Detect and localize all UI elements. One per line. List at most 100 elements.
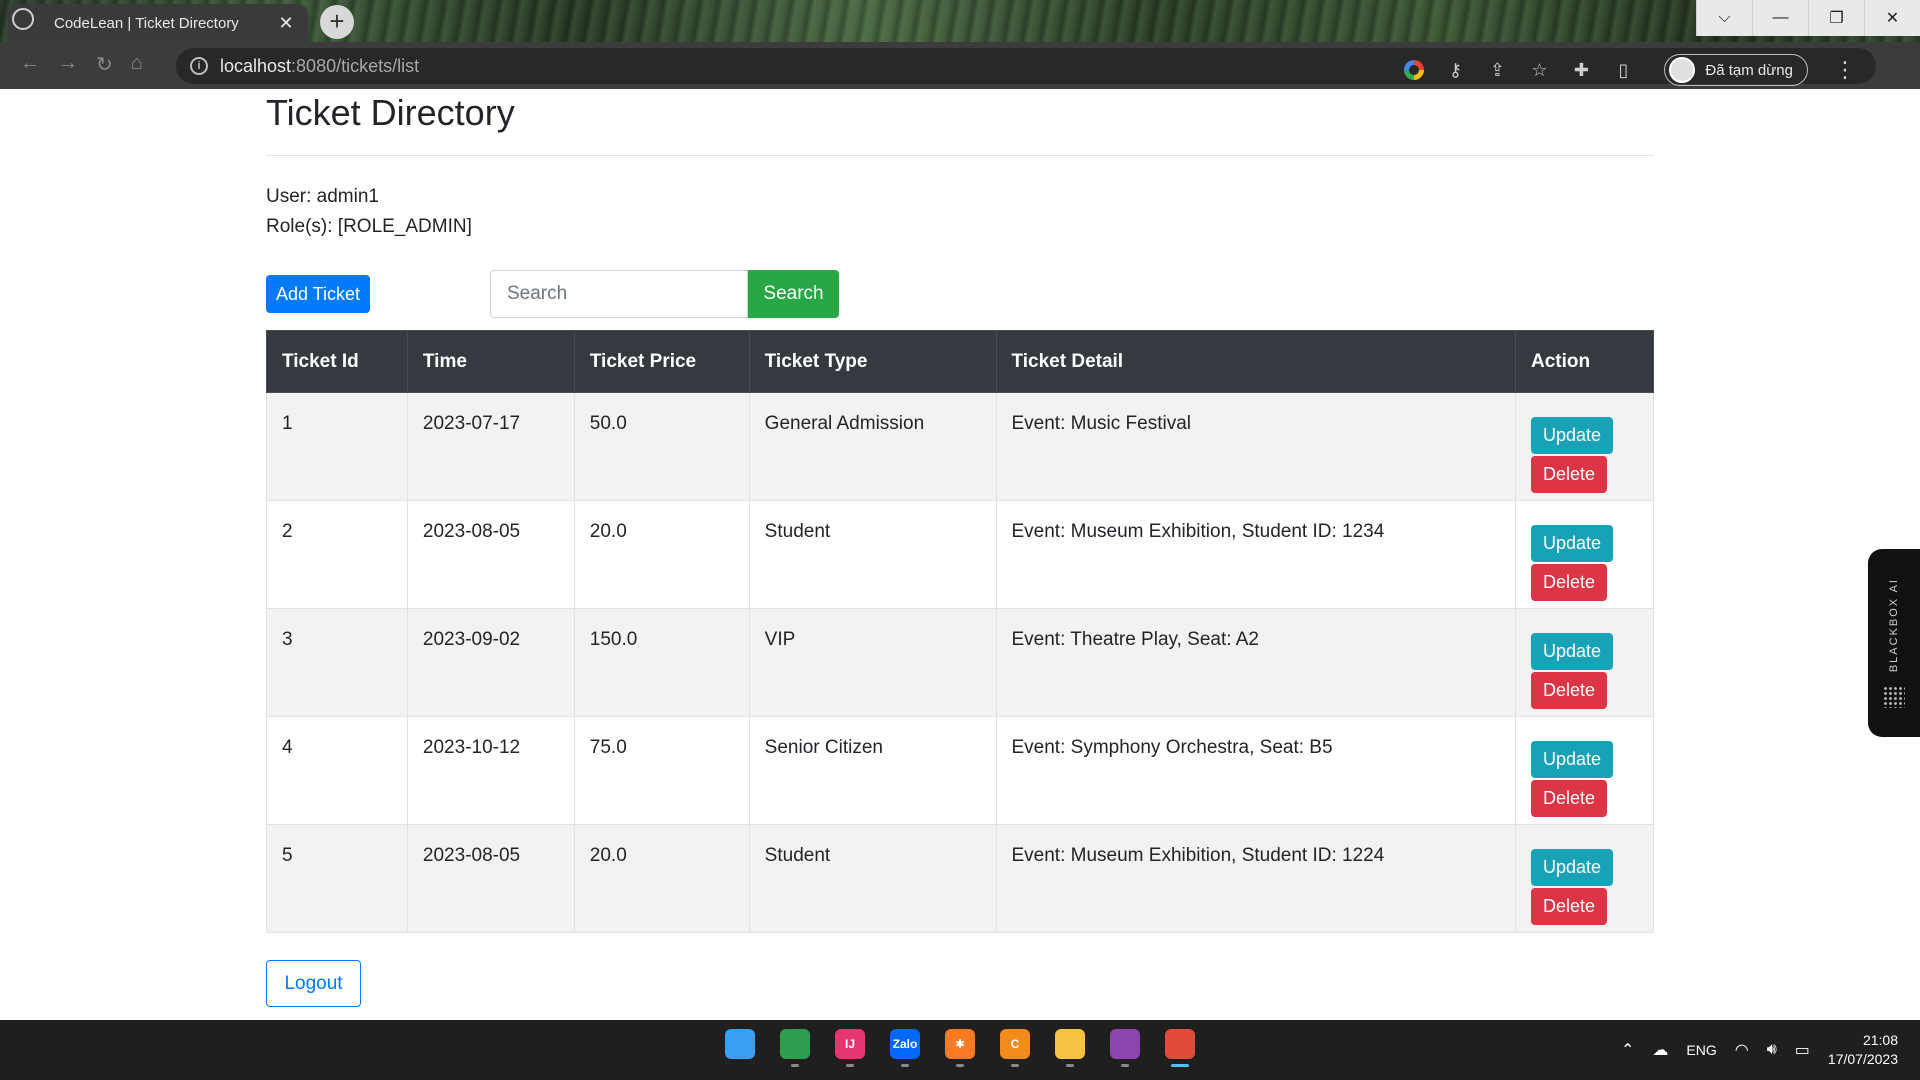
chevron-up-icon[interactable]: ⌃ bbox=[1621, 1040, 1634, 1060]
update-button[interactable]: Update bbox=[1530, 525, 1614, 562]
cell-price: 75.0 bbox=[573, 716, 750, 825]
cell-id: 2 bbox=[266, 500, 408, 609]
header-ticket-id: Ticket Id bbox=[266, 330, 408, 393]
search-input[interactable] bbox=[490, 270, 748, 318]
delete-button[interactable]: Delete bbox=[1530, 780, 1608, 817]
actions-row: Add Ticket Search bbox=[266, 270, 1654, 320]
delete-button[interactable]: Delete bbox=[1530, 672, 1608, 709]
table-row: 3 2023-09-02 150.0 VIP Event: Theatre Pl… bbox=[266, 608, 1655, 717]
taskbar-app[interactable] bbox=[1107, 1029, 1143, 1069]
forward-icon[interactable]: → bbox=[58, 52, 78, 77]
update-button[interactable]: Update bbox=[1530, 849, 1614, 886]
header-ticket-detail: Ticket Detail bbox=[995, 330, 1516, 393]
site-info-icon[interactable]: i bbox=[190, 57, 208, 75]
side-panel-icon[interactable]: ▯ bbox=[1612, 59, 1634, 81]
restore-icon[interactable]: ❐ bbox=[1808, 0, 1864, 36]
update-button[interactable]: Update bbox=[1530, 741, 1614, 778]
taskbar-app[interactable]: IJ bbox=[832, 1029, 868, 1069]
tab-search-icon[interactable]: ⌵ bbox=[1696, 0, 1752, 36]
window-controls: ⌵ — ❐ ✕ bbox=[1696, 0, 1920, 36]
google-lens-icon[interactable] bbox=[1404, 60, 1425, 80]
table-row: 5 2023-08-05 20.0 Student Event: Museum … bbox=[266, 824, 1655, 933]
cell-action: Update Delete bbox=[1514, 608, 1655, 717]
taskbar-app[interactable]: ✱ bbox=[942, 1029, 978, 1069]
language-indicator[interactable]: ENG bbox=[1686, 1042, 1716, 1058]
cell-type: General Admission bbox=[748, 392, 997, 501]
table-row: 1 2023-07-17 50.0 General Admission Even… bbox=[266, 392, 1655, 501]
cell-detail: Event: Music Festival bbox=[995, 392, 1516, 501]
volume-icon[interactable]: 🔊︎ bbox=[1767, 1041, 1777, 1059]
taskbar-app[interactable]: Zalo bbox=[887, 1029, 923, 1069]
url-host: localhost bbox=[220, 55, 292, 76]
intellij-icon: IJ bbox=[835, 1029, 865, 1059]
header-ticket-type: Ticket Type bbox=[748, 330, 997, 393]
logout-button[interactable]: Logout bbox=[266, 960, 361, 1007]
cell-price: 20.0 bbox=[573, 500, 750, 609]
roles-line: Role(s): [ROLE_ADMIN] bbox=[266, 216, 472, 237]
running-indicator bbox=[1066, 1064, 1074, 1067]
cell-action: Update Delete bbox=[1514, 716, 1655, 825]
xampp-icon: ✱ bbox=[945, 1029, 975, 1059]
close-window-icon[interactable]: ✕ bbox=[1864, 0, 1920, 36]
taskbar-apps: IJ Zalo ✱ C bbox=[722, 1029, 1198, 1069]
cell-id: 5 bbox=[266, 824, 408, 933]
tickets-table: Ticket Id Time Ticket Price Ticket Type … bbox=[266, 330, 1655, 933]
main-container: Ticket Directory User: admin1 Role(s): [… bbox=[266, 89, 1655, 1007]
taskbar-app[interactable] bbox=[777, 1029, 813, 1069]
delete-button[interactable]: Delete bbox=[1530, 456, 1608, 493]
cell-time: 2023-09-02 bbox=[406, 608, 575, 717]
cell-detail: Event: Museum Exhibition, Student ID: 12… bbox=[995, 824, 1516, 933]
file-explorer-icon bbox=[1055, 1029, 1085, 1059]
delete-button[interactable]: Delete bbox=[1530, 888, 1608, 925]
totoro-favicon-icon bbox=[12, 8, 34, 30]
password-key-icon[interactable]: ⚷ bbox=[1444, 59, 1466, 81]
cell-price: 150.0 bbox=[573, 608, 750, 717]
taskbar-app[interactable]: C bbox=[997, 1029, 1033, 1069]
share-icon[interactable]: ⇪ bbox=[1486, 59, 1508, 81]
battery-icon[interactable]: ▭ bbox=[1795, 1040, 1810, 1060]
cell-detail: Event: Theatre Play, Seat: A2 bbox=[995, 608, 1516, 717]
cell-type: Student bbox=[748, 824, 997, 933]
minimize-icon[interactable]: — bbox=[1752, 0, 1808, 36]
running-indicator bbox=[1171, 1064, 1189, 1067]
cell-time: 2023-08-05 bbox=[406, 824, 575, 933]
search-button[interactable]: Search bbox=[748, 270, 839, 318]
add-ticket-button[interactable]: Add Ticket bbox=[266, 275, 370, 313]
back-icon[interactable]: ← bbox=[20, 52, 40, 77]
taskbar-app[interactable] bbox=[722, 1029, 758, 1069]
extensions-icon[interactable]: ✚ bbox=[1570, 59, 1592, 81]
header-ticket-price: Ticket Price bbox=[573, 330, 750, 393]
tab-close-icon[interactable]: ✕ bbox=[276, 13, 296, 34]
more-menu-icon[interactable]: ⋮ bbox=[1834, 57, 1856, 83]
home-icon[interactable]: ⌂ bbox=[131, 52, 143, 77]
taskbar-app[interactable] bbox=[1052, 1029, 1088, 1069]
profile-button[interactable]: Đã tạm dừng bbox=[1664, 54, 1808, 86]
cell-detail: Event: Museum Exhibition, Student ID: 12… bbox=[995, 500, 1516, 609]
header-action: Action bbox=[1514, 330, 1655, 393]
address-bar-actions: ⚷ ⇪ ☆ ✚ ▯ Đã tạm dừng ⋮ bbox=[1404, 54, 1856, 86]
new-tab-button[interactable]: + bbox=[320, 5, 354, 39]
taskbar-app[interactable] bbox=[1162, 1029, 1198, 1069]
delete-button[interactable]: Delete bbox=[1530, 564, 1608, 601]
onedrive-cloud-icon[interactable]: ☁ bbox=[1652, 1040, 1668, 1060]
windows-taskbar: IJ Zalo ✱ C ⌃ ☁ ENG ◠ 🔊︎ ▭ 21:08 17/07/2023 bbox=[0, 1020, 1920, 1080]
browser-chrome: CodeLean | Ticket Directory ✕ + ⌵ — ❐ ✕ … bbox=[0, 0, 1920, 89]
page-content: Ticket Directory User: admin1 Role(s): [… bbox=[0, 89, 1920, 1020]
wifi-icon[interactable]: ◠ bbox=[1735, 1040, 1749, 1060]
blackbox-ai-widget[interactable]: BLACKBOX AI bbox=[1868, 549, 1920, 737]
update-button[interactable]: Update bbox=[1530, 633, 1614, 670]
clock-date: 17/07/2023 bbox=[1827, 1051, 1898, 1067]
bookmark-star-icon[interactable]: ☆ bbox=[1528, 59, 1550, 81]
update-button[interactable]: Update bbox=[1530, 417, 1614, 454]
header-time: Time bbox=[406, 330, 575, 393]
cell-time: 2023-10-12 bbox=[406, 716, 575, 825]
url-path: :8080/tickets/list bbox=[291, 55, 420, 76]
avatar bbox=[1669, 57, 1696, 83]
github-desktop-icon bbox=[1110, 1029, 1140, 1059]
nav-buttons: ← → ↻ ⌂ bbox=[20, 52, 143, 77]
browser-tab-active[interactable]: CodeLean | Ticket Directory ✕ bbox=[8, 4, 308, 42]
clock[interactable]: 21:08 17/07/2023 bbox=[1828, 1031, 1898, 1069]
reload-icon[interactable]: ↻ bbox=[96, 52, 113, 77]
address-bar[interactable]: i localhost:8080/tickets/list ⚷ ⇪ ☆ ✚ ▯ … bbox=[176, 48, 1876, 86]
divider bbox=[266, 155, 1654, 156]
